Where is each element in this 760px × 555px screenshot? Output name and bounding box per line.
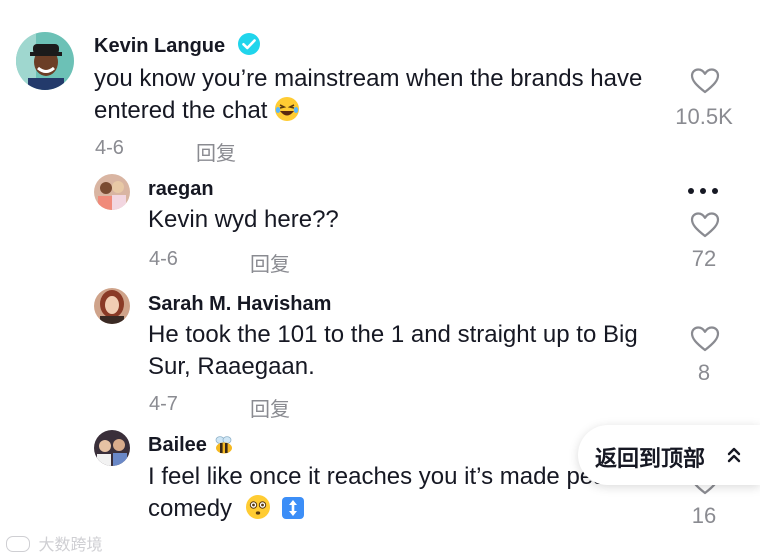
watermark: 大数跨境	[6, 531, 102, 555]
like-count: 16	[691, 503, 717, 528]
comment-text-line: entered the chat	[94, 95, 674, 131]
comment-text: you know you’re mainstream when the bran…	[94, 63, 674, 131]
avatar[interactable]	[94, 174, 130, 210]
comment-text-line: you know you’re mainstream when the bran…	[94, 65, 643, 92]
avatar[interactable]	[94, 430, 130, 466]
comment-date: 4-6	[95, 137, 124, 159]
bee-emoji	[213, 435, 235, 461]
reply-date: 4-6	[149, 248, 178, 270]
up-down-arrow-emoji	[281, 496, 305, 529]
back-to-top-label: 返回到顶部	[595, 446, 706, 471]
reply-text: Kevin wyd here??	[148, 206, 339, 233]
like-count: 10.5K	[675, 104, 733, 129]
chevron-up-icon	[726, 446, 742, 469]
comment-author[interactable]: Kevin Langue	[94, 35, 225, 58]
reply-text-line: He took the 101 to the 1 and straight up…	[148, 321, 638, 348]
like-count: 72	[691, 246, 717, 271]
watermark-logo-icon	[6, 536, 30, 552]
reply-author[interactable]: Bailee	[148, 434, 235, 461]
reply-author[interactable]: raegan	[148, 178, 214, 201]
verified-badge-icon	[237, 32, 261, 61]
reply-button[interactable]: 回复	[250, 393, 290, 422]
reply-author[interactable]: Sarah M. Havisham	[148, 293, 331, 316]
back-to-top-button[interactable]: 返回到顶部	[578, 425, 760, 485]
more-icon[interactable]	[686, 181, 720, 201]
heart-icon[interactable]	[690, 325, 720, 358]
like-count: 8	[697, 360, 711, 385]
reply-text-line: Sur, Raaegaan.	[148, 353, 315, 380]
avatar[interactable]	[94, 288, 130, 324]
reply-button[interactable]: 回复	[250, 248, 290, 277]
laughing-emoji	[274, 96, 300, 131]
reply-text: He took the 101 to the 1 and straight up…	[148, 319, 678, 383]
heart-icon[interactable]	[690, 67, 720, 100]
reply-date: 4-7	[149, 393, 178, 415]
flushed-emoji	[245, 494, 271, 529]
heart-icon[interactable]	[690, 211, 720, 244]
reply-button[interactable]: 回复	[196, 137, 236, 166]
reply-text-line: comedy	[148, 493, 668, 529]
avatar[interactable]	[16, 32, 74, 90]
